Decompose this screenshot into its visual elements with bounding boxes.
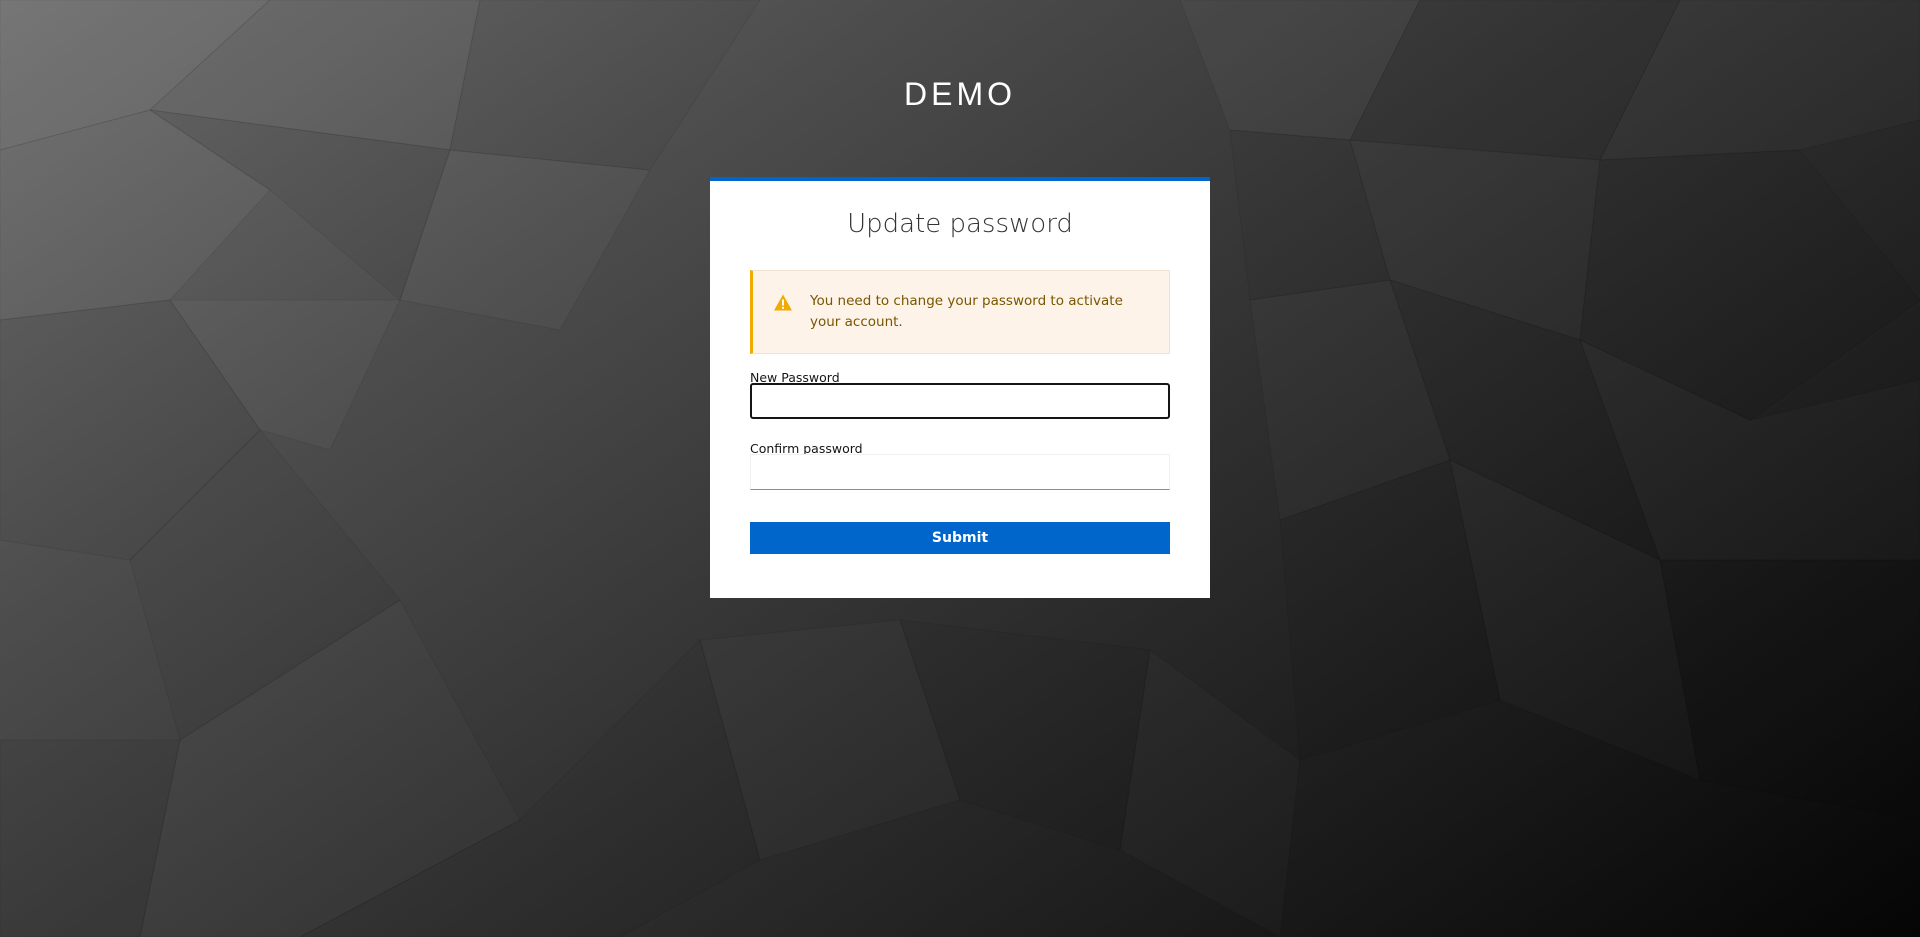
confirm-password-input[interactable] <box>750 454 1170 490</box>
brand-title: DEMO <box>904 76 1016 112</box>
new-password-input[interactable] <box>750 383 1170 419</box>
submit-button[interactable]: Submit <box>750 522 1170 554</box>
page-title: Update password <box>847 209 1073 239</box>
warning-triangle-icon <box>774 294 792 311</box>
warning-alert: You need to change your password to acti… <box>750 270 1170 354</box>
alert-message: You need to change your password to acti… <box>810 293 1123 330</box>
update-password-card: Update password You need to change your … <box>710 177 1210 598</box>
